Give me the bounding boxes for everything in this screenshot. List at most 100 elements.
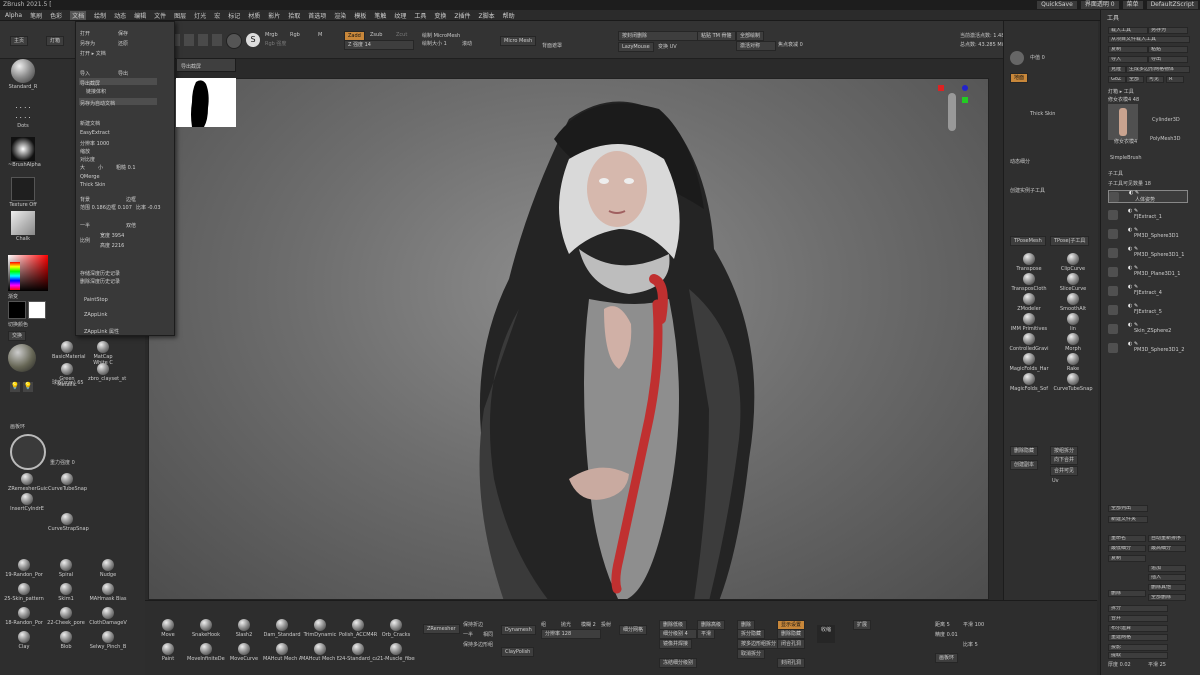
mat-basic[interactable]: BasicMaterial [52, 341, 86, 360]
subtool-action-11[interactable]: 全部删除 [1148, 594, 1186, 601]
dock-tool-1-0[interactable]: TransposCloth [1008, 273, 1050, 292]
lightbox-tool-button[interactable]: 灯箱 ▸ 工具 [1108, 88, 1134, 95]
tool-button-12[interactable]: R [1166, 76, 1184, 83]
shelf-brush-0-4[interactable]: TrimDynamic [301, 619, 339, 638]
keep-groups-label[interactable]: 保持折边 [463, 621, 483, 628]
document-menu-item-26[interactable]: 双倍 [126, 222, 136, 229]
expand-button[interactable]: 扩展 [853, 620, 872, 630]
brush-tile-5[interactable]: MAHmask Bias [88, 583, 128, 602]
swap-color-button[interactable]: 交换 [8, 331, 27, 341]
fill-hole-button[interactable]: 封闭孔洞 [777, 658, 806, 668]
document-menu-item-16[interactable]: 小 [98, 164, 103, 171]
full-draw-button[interactable]: 全部绘制 [736, 31, 765, 41]
z-intensity-slider[interactable]: Z 强度 14 [344, 40, 414, 50]
default-zscript-button[interactable]: DefaultZScript [1146, 1, 1198, 9]
dock-tool-4-0[interactable]: ControlledGravi [1008, 333, 1050, 352]
shelf-brush-1-6[interactable]: 21-Muscle_fiber [377, 643, 415, 662]
tool-button-0[interactable]: 载入工具 [1108, 27, 1148, 34]
tool-button-4[interactable]: 粘贴 [1148, 46, 1188, 53]
main-color-swatch[interactable] [8, 301, 26, 319]
menus-button[interactable]: 菜单 [1122, 1, 1143, 9]
groups-split-bottom-button[interactable]: 按多边形组拆分 [737, 639, 781, 649]
subtool-row[interactable]: ◐ ✎ 人体姿势 [1108, 190, 1188, 203]
dock-tool-2-0[interactable]: ZModeler [1008, 293, 1050, 312]
subtool-row[interactable]: ◐ ✎ PM3D_Sphere3D1_2 [1108, 341, 1188, 355]
material-selector[interactable]: Chalk [8, 211, 38, 242]
blur-slider[interactable]: 模糊 2 [581, 621, 596, 628]
sdiv-slider[interactable]: 细分级别 4 [659, 629, 697, 639]
document-menu-item-7[interactable]: 导出截屏 [80, 80, 100, 87]
texture-selector[interactable]: Texture Off [8, 177, 38, 208]
shelf-brush-1-2[interactable]: MoveCurve [225, 643, 263, 662]
subtool-action-2[interactable]: 重命名 [1108, 535, 1146, 542]
tool-button-3[interactable]: 复制 [1108, 46, 1148, 53]
rgb-button[interactable]: Rgb [290, 32, 300, 38]
tool-button-5[interactable]: 导入 [1108, 56, 1148, 63]
distance-slider[interactable]: 距离 5 [935, 621, 950, 628]
shelf-brush-1-5[interactable]: 24-Standard_ca [339, 643, 377, 662]
unsplit-button[interactable]: 取消拆分 [737, 649, 766, 659]
keep-polygroup-button[interactable]: 保持多边形组 [463, 641, 493, 648]
brush-tile-1[interactable]: Spiral [46, 559, 86, 578]
document-menu-item-1[interactable]: 保存 [118, 30, 128, 37]
menu-item-17[interactable]: 模板 [354, 11, 366, 20]
m-button[interactable]: M [318, 32, 322, 38]
freeze-subdiv-button[interactable]: 冻结细分级别 [659, 658, 698, 668]
brush-tile-7[interactable]: 22-Cheek_pore [46, 607, 86, 626]
menu-item-5[interactable]: 动态 [114, 11, 126, 20]
document-menu-item-9[interactable]: 另存为自动文档 [80, 100, 115, 107]
focal-shift-slider[interactable]: 焦点衰减 0 [778, 41, 803, 48]
axis-gizmo[interactable] [938, 85, 968, 133]
subtool-action-15[interactable]: 重建网格 [1108, 634, 1168, 641]
menu-item-4[interactable]: 绘制 [94, 11, 106, 20]
insert-zremesher-guides[interactable]: ZRemesherGuic [8, 473, 48, 492]
dock-tool-0-1[interactable]: ClipCurve [1052, 253, 1094, 272]
menu-item-3[interactable]: 文档 [70, 10, 87, 20]
dock-tool-6-0[interactable]: MagicFolds_Sof [1008, 373, 1050, 392]
document-menu-item-33[interactable]: ZAppLink [84, 312, 107, 318]
dock-tool-3-0[interactable]: IMM Primitives [1008, 313, 1050, 332]
transform-uv-button[interactable]: 变换 UV [658, 43, 677, 50]
document-menu-item-14[interactable]: 对比度 [80, 156, 95, 163]
spin-dial[interactable] [10, 434, 46, 470]
scale-icon[interactable] [212, 34, 222, 46]
draw-icon[interactable] [184, 34, 194, 46]
shelf-brush-0-2[interactable]: Slash2 [225, 619, 263, 638]
shelf-brush-0-3[interactable]: Dam_Standard [263, 619, 301, 638]
tool-button-10[interactable]: 全部 [1126, 76, 1144, 83]
thickness-slider[interactable]: 厚度 0.02 [1108, 661, 1131, 668]
document-menu-item-25[interactable]: 一半 [80, 222, 90, 229]
document-menu-item-6[interactable]: 导出 [118, 70, 128, 77]
stroke-selector[interactable]: · · · · · · · · Dots [8, 103, 38, 129]
close-holes-button[interactable]: 闭合孔洞 [777, 639, 806, 649]
half-button[interactable]: 一半 [463, 631, 473, 638]
document-menu-item-23[interactable]: 边框 0.107 [106, 204, 132, 211]
insert-curvestrap[interactable]: CurveStrapSnap [48, 513, 89, 532]
home-button[interactable]: 主页 [10, 36, 29, 46]
document-menu-item-11[interactable]: EasyExtract [80, 130, 110, 136]
subtool-action-7[interactable]: 追加 [1148, 565, 1186, 572]
menu-item-13[interactable]: 影片 [268, 11, 280, 20]
menu-item-23[interactable]: Z脚本 [479, 11, 495, 20]
tool-thumb-polymesh[interactable]: PolyMesh3D [1150, 136, 1180, 142]
shelf-brush-0-6[interactable]: Orb_Cracks [377, 619, 415, 638]
split-hidden-button[interactable]: 拆分隐藏 [737, 629, 766, 639]
subtool-action-16[interactable]: 投影 [1108, 644, 1168, 651]
document-menu-item-24[interactable]: 比率 -0.03 [136, 204, 161, 211]
switch-color-button[interactable]: 切换颜色 [8, 321, 28, 328]
brush-tile-8[interactable]: ClothDamageV [88, 607, 128, 626]
document-menu-item-21[interactable]: 边框 [126, 196, 136, 203]
menu-item-15[interactable]: 首选项 [308, 11, 326, 20]
dock-tool-1-1[interactable]: SliceCurve [1052, 273, 1094, 292]
brush-tile-2[interactable]: Nudge [88, 559, 128, 578]
median-slider[interactable]: 中值 0 [1030, 54, 1045, 61]
create-instance-button[interactable]: 创建实例子工具 [1010, 187, 1045, 194]
move-icon[interactable] [198, 34, 208, 46]
zremesher-button[interactable]: ZRemesher [423, 624, 460, 634]
document-menu-item-28[interactable]: 高度 2216 [100, 242, 124, 249]
shelf-brush-0-1[interactable]: SnakeHook [187, 619, 225, 638]
del-hidden-bottom-button[interactable]: 删除隐藏 [777, 629, 806, 639]
dynamesh-button[interactable]: Dynamesh [501, 625, 536, 635]
brush-tile-4[interactable]: Skim1 [46, 583, 86, 602]
gravity-slider[interactable]: 重力强度 0 [50, 459, 75, 466]
